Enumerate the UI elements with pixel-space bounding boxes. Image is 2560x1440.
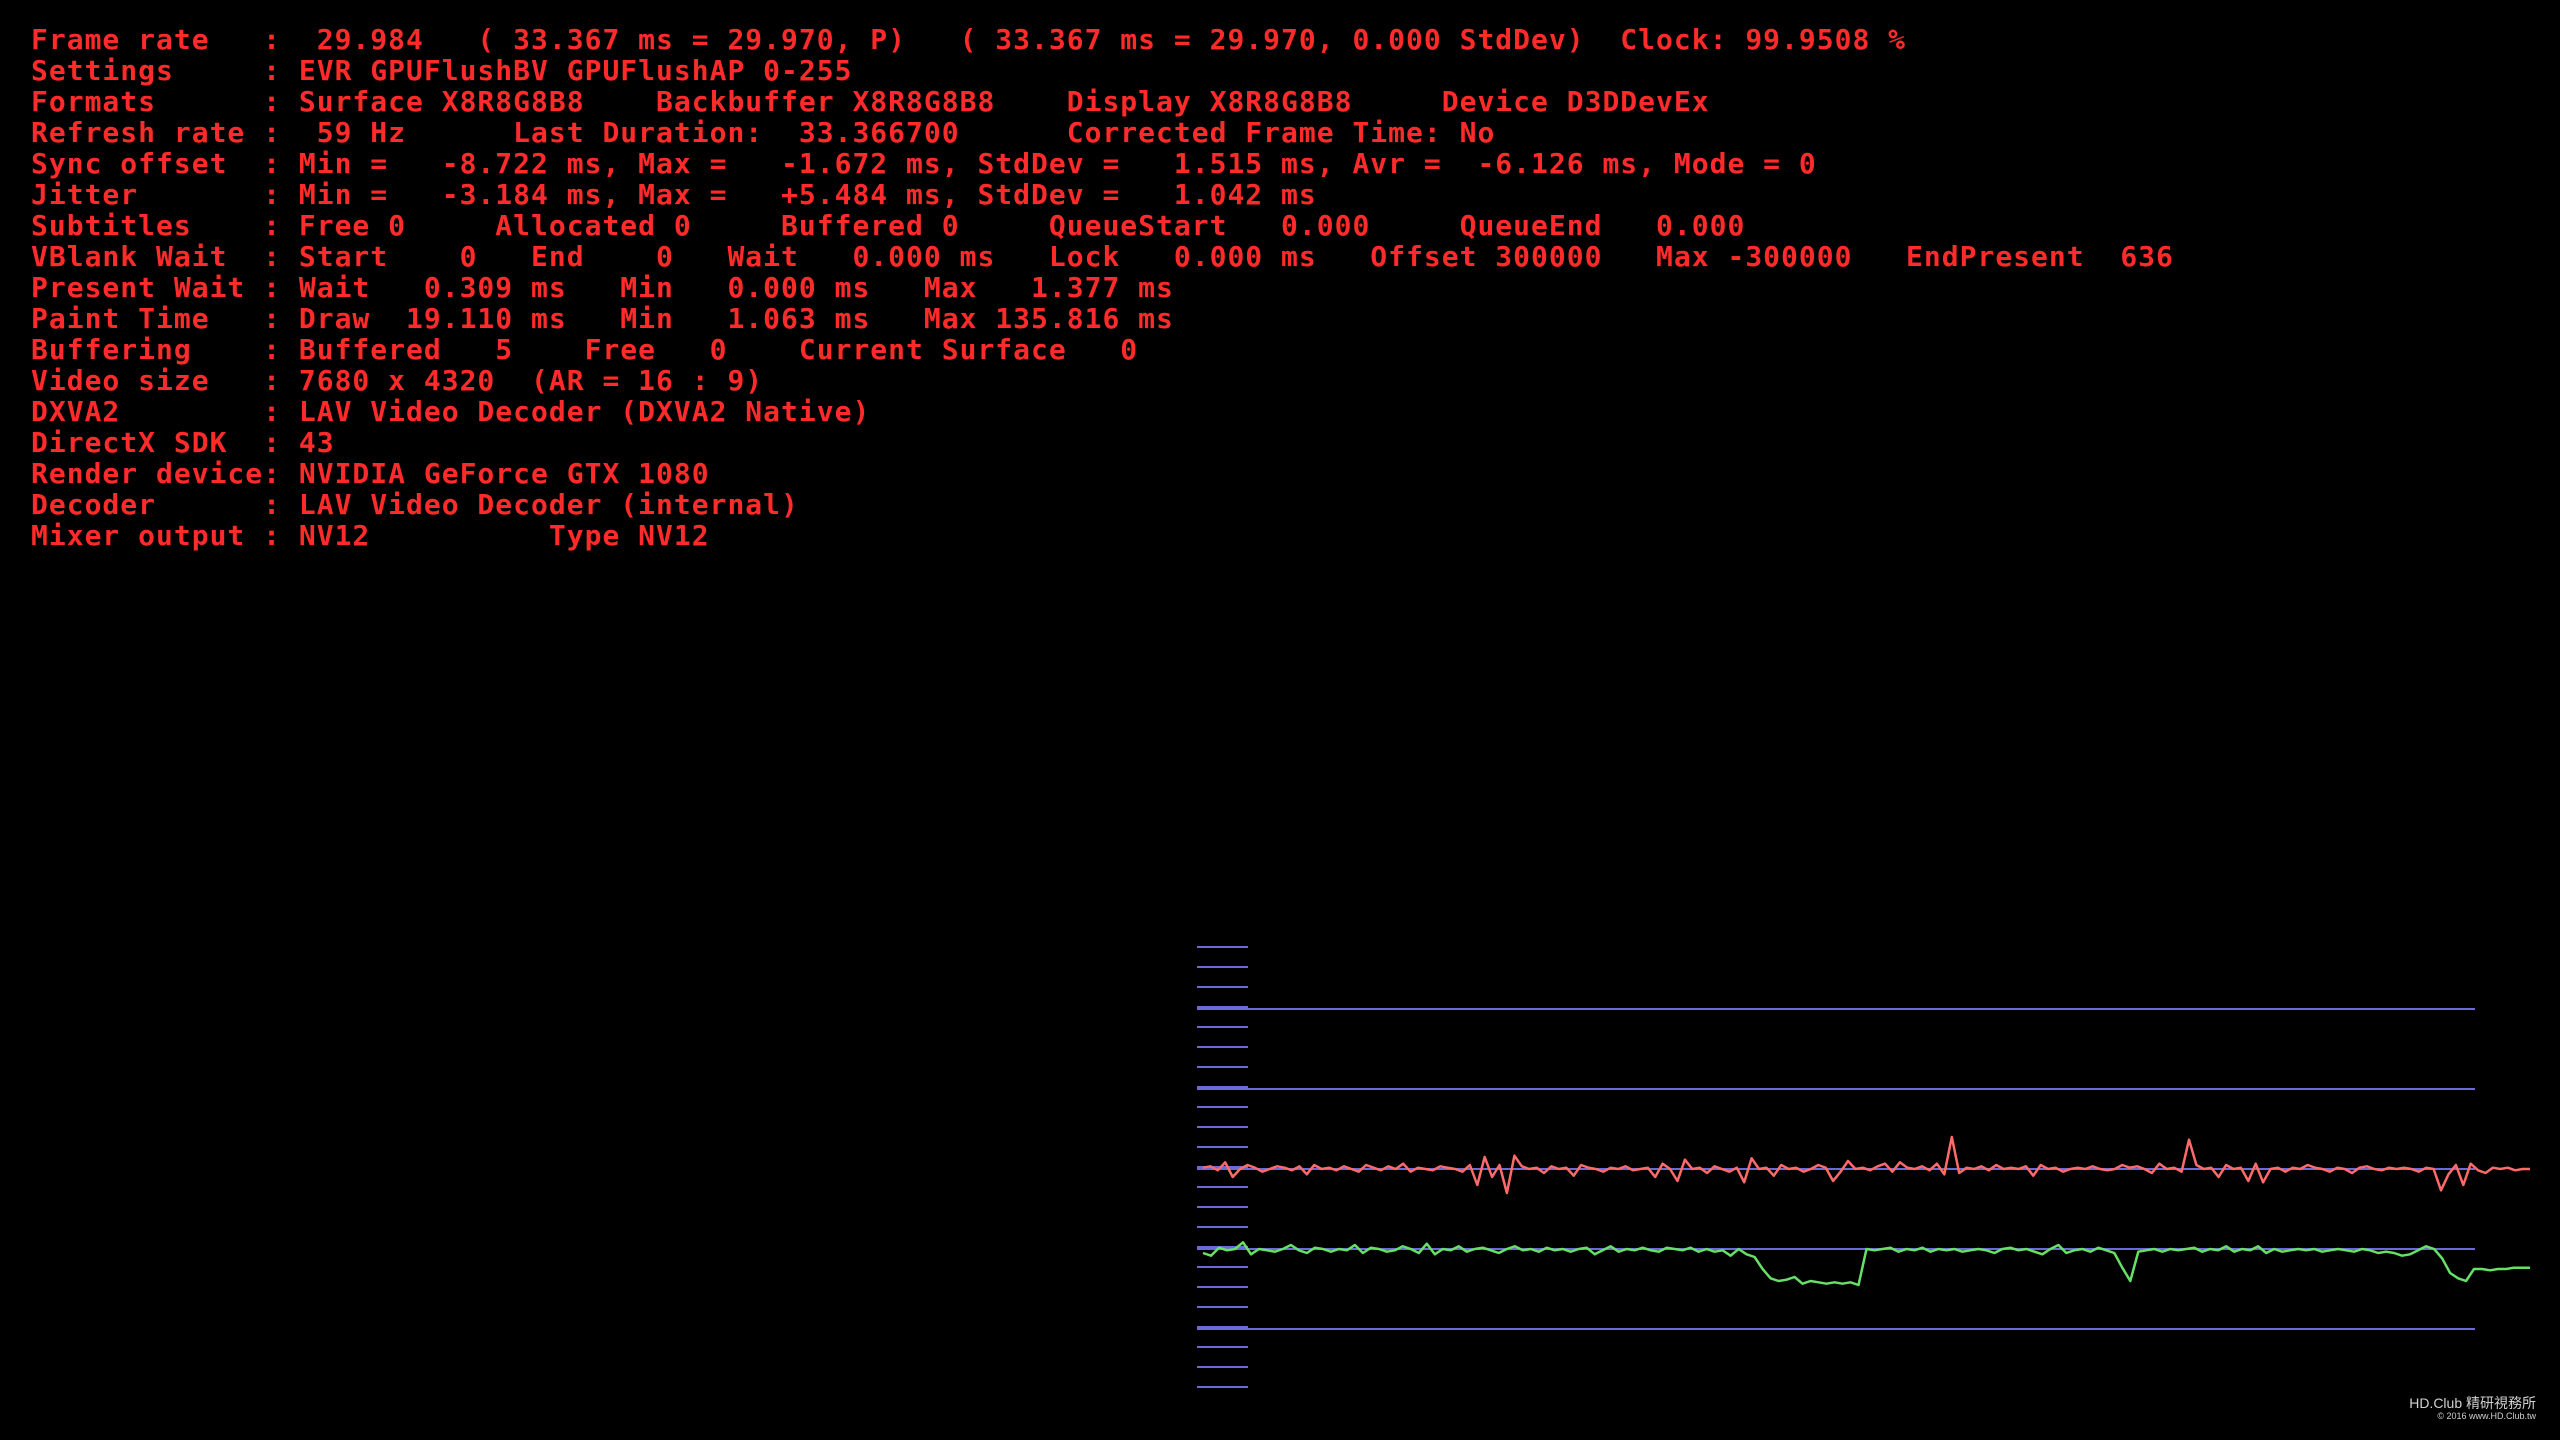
watermark-copyright: © 2016 www.HD.Club.tw [2437,1411,2536,1421]
watermark-logo: HD.Club 精研視務所 [2409,1395,2536,1411]
timing-graph [1197,946,2530,1388]
jitter-line [1202,1135,2530,1195]
watermark: HD.Club 精研視務所 © 2016 www.HD.Club.tw [2409,1395,2536,1422]
